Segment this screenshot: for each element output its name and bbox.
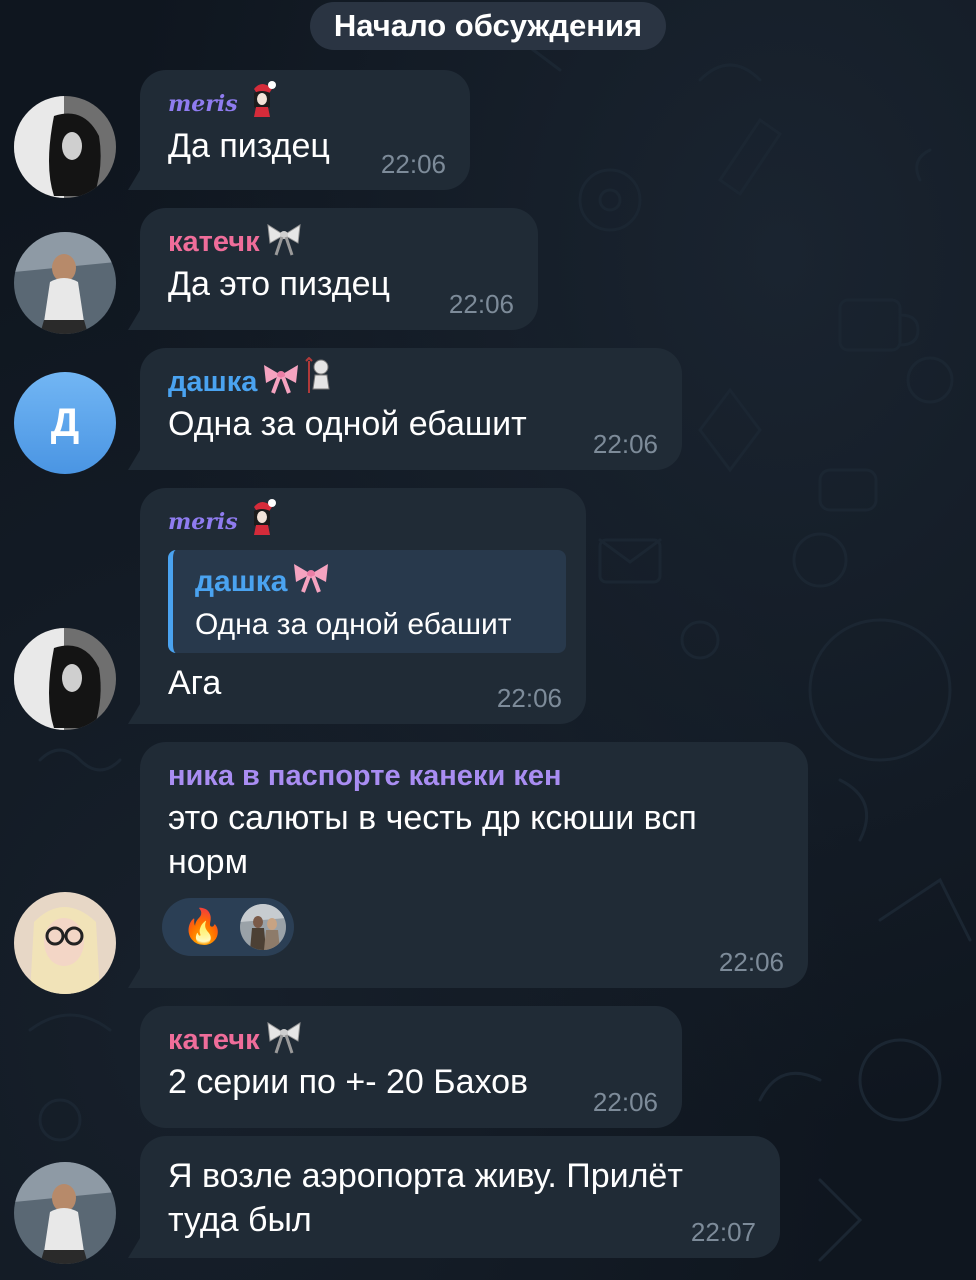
pink-bow-icon (291, 558, 331, 605)
reply-sender: дашка (195, 558, 550, 605)
avatar-meris[interactable] (14, 628, 116, 730)
santa-girl-sticker-icon (242, 79, 282, 130)
fire-icon: 🔥 (182, 908, 225, 946)
reply-quote[interactable]: дашка Одна за одной ебашит (168, 550, 566, 653)
avatar-katechk[interactable] (14, 1162, 116, 1264)
chat-view: Начало обсуждения meris Да пиздец 22:06 (0, 0, 976, 1280)
reply-text: Одна за одной ебашит (195, 608, 512, 641)
avatar-meris[interactable] (14, 96, 116, 198)
message-time: 22:06 (592, 429, 658, 459)
sender-name[interactable]: meris (168, 498, 562, 542)
message-bubble[interactable]: Я возле аэропорта живу. Прилёт туда был … (140, 1136, 780, 1258)
reply-sender-label: дашка (195, 564, 288, 598)
sender-name[interactable]: катечк (168, 1020, 658, 1060)
bow-icon (264, 217, 304, 268)
message-text: Одна за одной ебашит (168, 405, 527, 443)
date-chip: Начало обсуждения (310, 2, 666, 50)
message-text-line: Я возле аэропорта живу. Прилёт (168, 1157, 683, 1195)
message-time: 22:06 (496, 683, 562, 713)
message-bubble[interactable]: катечк Да это пиздец 22:06 (140, 208, 538, 330)
sender-name[interactable]: ника в паспорте канеки кен (168, 756, 784, 796)
pink-bow-icon (261, 359, 301, 406)
sender-label: дашка (168, 366, 258, 398)
sender-label: катечк (168, 1024, 260, 1056)
message-bubble[interactable]: ника в паспорте канеки кен это салюты в … (140, 742, 808, 988)
sender-label: катечк (168, 226, 260, 258)
message-text-line: это салюты в честь др ксюши всп (168, 799, 697, 837)
avatar-dashka[interactable]: Д (14, 372, 116, 474)
sender-label: meris (168, 91, 238, 117)
reactions-bar: 🔥 (162, 898, 784, 956)
avatar-nika[interactable] (14, 892, 116, 994)
sender-label: ника в паспорте канеки кен (168, 760, 562, 792)
message-bubble[interactable]: дашка Одна за одной ебашит 22:06 (140, 348, 682, 470)
message-time: 22:06 (592, 1087, 658, 1117)
message-bubble[interactable]: катечк 2 серии по +- 20 Бахов 22:06 (140, 1006, 682, 1128)
message-text-line: норм (168, 843, 248, 881)
bow-icon (264, 1015, 304, 1066)
sender-name[interactable]: дашка (168, 356, 658, 402)
message-text: 2 серии по +- 20 Бахов (168, 1063, 529, 1101)
message-time: 22:06 (380, 149, 446, 179)
reaction-fire[interactable]: 🔥 (162, 898, 294, 956)
sender-name[interactable]: meris (168, 80, 446, 124)
sender-label: meris (168, 509, 238, 535)
message-text-line: туда был (168, 1201, 312, 1239)
message-time: 22:07 (690, 1217, 756, 1247)
message-time: 22:06 (718, 947, 784, 977)
message-bubble[interactable]: meris дашка Одна за одной ебашит Ага 22:… (140, 488, 586, 724)
sender-name[interactable]: катечк (168, 222, 514, 262)
message-bubble[interactable]: meris Да пиздец 22:06 (140, 70, 470, 190)
avatar-katechk[interactable] (14, 232, 116, 334)
message-time: 22:06 (448, 289, 514, 319)
devil-figure-icon (305, 356, 335, 408)
santa-girl-sticker-icon (242, 497, 282, 548)
reaction-user-avatar (240, 904, 286, 950)
